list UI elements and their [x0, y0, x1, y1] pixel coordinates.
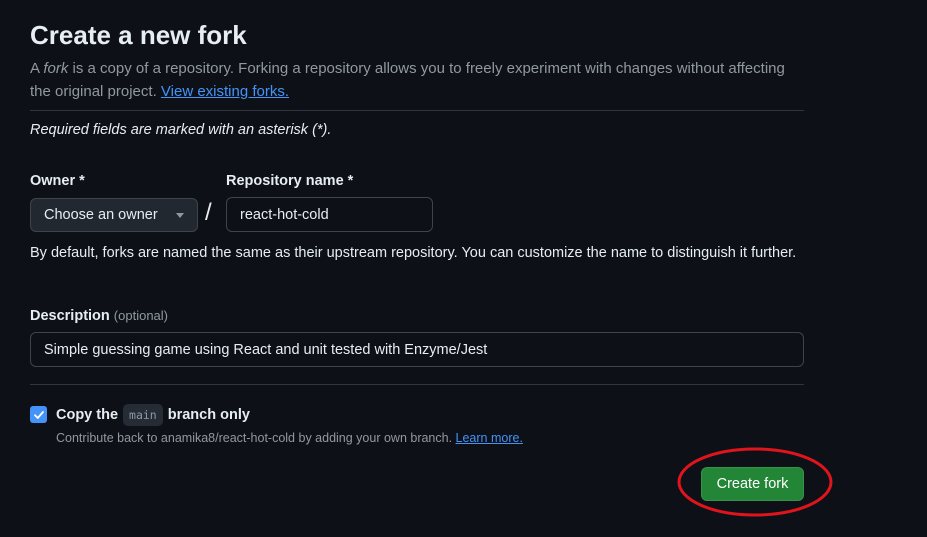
branch-name-code: main — [123, 404, 163, 426]
divider — [30, 384, 804, 385]
repository-name-input[interactable] — [226, 197, 433, 232]
contribute-note: Contribute back to anamika8/react-hot-co… — [56, 431, 523, 445]
owner-label: Owner * — [30, 173, 85, 189]
intro-rest: is a copy of a repository. Forking a rep… — [30, 60, 785, 100]
check-icon — [33, 410, 44, 419]
description-label-text: Description — [30, 308, 110, 324]
divider — [30, 110, 804, 111]
description-label: Description (optional) — [30, 308, 168, 324]
owner-repo-separator: / — [205, 199, 212, 226]
triangle-down-icon — [176, 213, 184, 218]
intro-prefix: A — [30, 60, 44, 77]
copy-label-suffix: branch only — [167, 407, 250, 423]
intro-text: A fork is a copy of a repository. Forkin… — [30, 57, 790, 103]
copy-label-prefix: Copy the — [56, 407, 119, 423]
owner-select-value: Choose an owner — [44, 207, 158, 223]
copy-main-branch-checkbox[interactable] — [30, 406, 47, 423]
page-title: Create a new fork — [30, 20, 247, 50]
owner-select[interactable]: Choose an owner — [30, 198, 198, 232]
repository-name-label: Repository name * — [226, 173, 354, 189]
intro-fork-word: fork — [43, 60, 69, 77]
required-note: Required fields are marked with an aster… — [30, 122, 332, 138]
copy-main-branch-label[interactable]: Copy the main branch only — [56, 404, 250, 426]
view-existing-forks-link[interactable]: View existing forks. — [161, 83, 289, 100]
contribute-text: Contribute back to anamika8/react-hot-co… — [56, 431, 456, 445]
repository-name-hint: By default, forks are named the same as … — [30, 245, 797, 261]
description-input[interactable] — [30, 332, 804, 367]
create-fork-page: Create a new fork A fork is a copy of a … — [0, 0, 927, 537]
learn-more-link[interactable]: Learn more. — [456, 431, 523, 445]
red-circle-annotation — [677, 447, 833, 517]
description-optional-text: (optional) — [113, 308, 168, 323]
